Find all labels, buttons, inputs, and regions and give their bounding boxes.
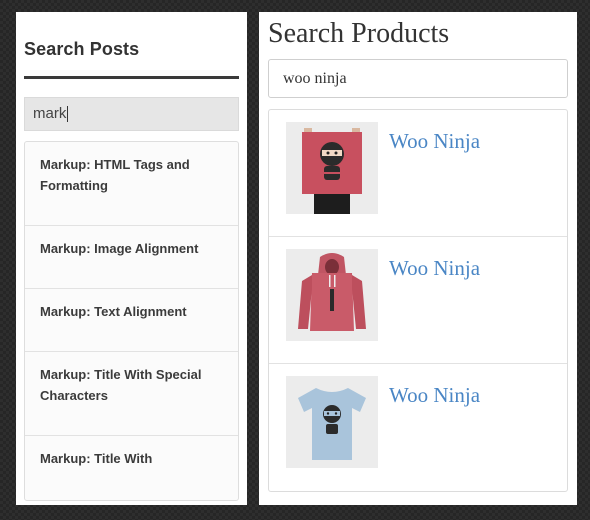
product-result-item[interactable]: Woo Ninja [269, 237, 567, 364]
post-result-label: Markup: HTML Tags and Formatting [40, 157, 190, 193]
posts-search-value: mark [33, 105, 67, 122]
post-result-label: Markup: Title With Special Characters [40, 367, 202, 403]
product-name-link[interactable]: Woo Ninja [389, 128, 480, 154]
search-products-widget: Search Products woo ninja Woo Ninja Woo … [259, 12, 577, 505]
product-name-link[interactable]: Woo Ninja [389, 255, 480, 281]
products-search-input[interactable]: woo ninja [268, 59, 568, 98]
post-result-item[interactable]: Markup: Text Alignment [25, 289, 238, 352]
text-caret [67, 106, 69, 122]
posts-results-list: Markup: HTML Tags and Formatting Markup:… [24, 141, 239, 501]
search-products-title: Search Products [268, 18, 450, 49]
post-result-label: Markup: Text Alignment [40, 304, 187, 319]
posts-search-input[interactable]: mark [24, 97, 239, 131]
ninja-poster-image[interactable] [286, 122, 378, 214]
products-results-list: Woo Ninja Woo Ninja Woo Ninja [268, 109, 568, 492]
post-result-item[interactable]: Markup: HTML Tags and Formatting [25, 142, 238, 226]
post-result-label: Markup: Title With [40, 451, 153, 466]
post-result-item[interactable]: Markup: Title With [25, 436, 238, 499]
post-result-item[interactable]: Markup: Image Alignment [25, 226, 238, 289]
post-result-item[interactable]: Markup: Title With Special Characters [25, 352, 238, 436]
search-posts-title: Search Posts [24, 39, 140, 59]
ninja-hoodie-image[interactable] [286, 249, 378, 341]
product-result-item[interactable]: Woo Ninja [269, 110, 567, 237]
ninja-tshirt-image[interactable] [286, 376, 378, 468]
title-divider [24, 76, 239, 79]
search-posts-widget: Search Posts mark Markup: HTML Tags and … [16, 12, 247, 505]
post-result-label: Markup: Image Alignment [40, 241, 199, 256]
product-name-link[interactable]: Woo Ninja [389, 382, 480, 408]
product-result-item[interactable]: Woo Ninja [269, 364, 567, 491]
